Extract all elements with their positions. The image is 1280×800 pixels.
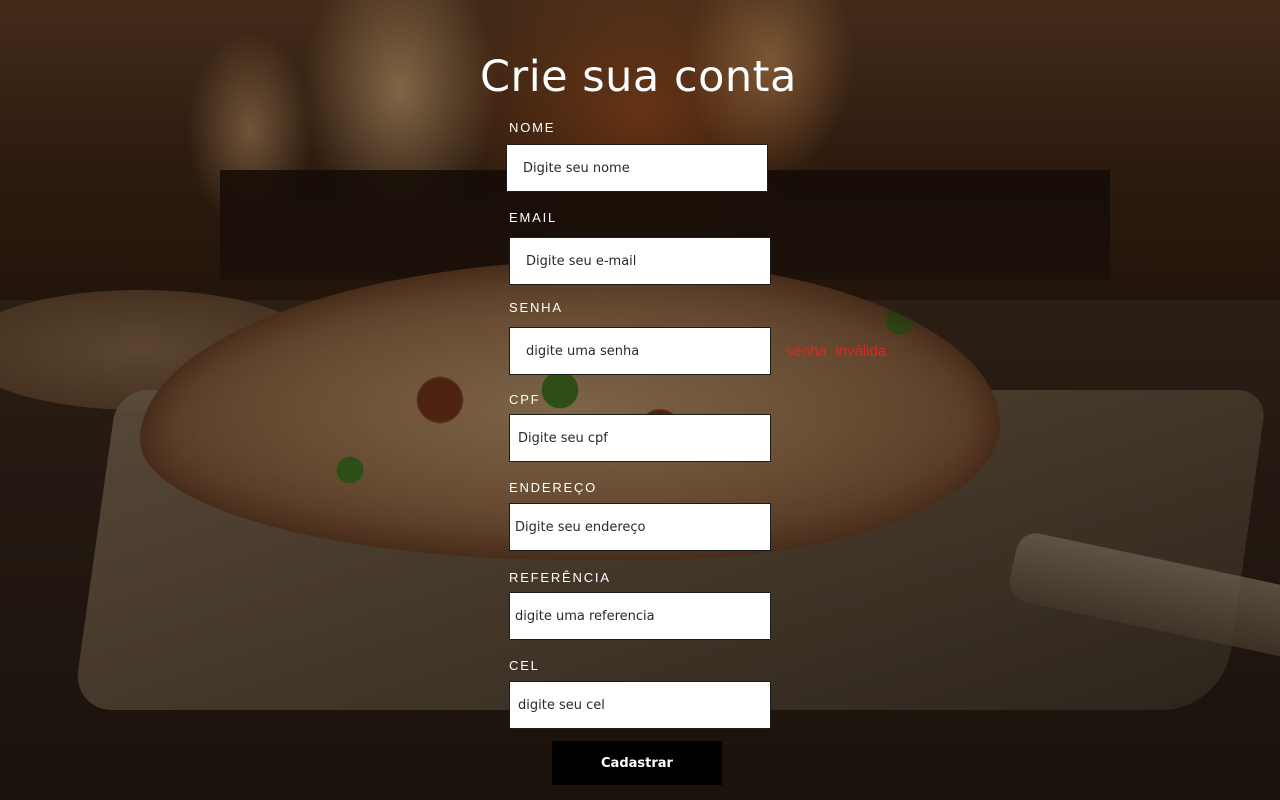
email-label: EMAIL [509,210,558,225]
password-error-message: senha inválida [786,343,887,360]
password-label: SENHA [509,300,563,315]
address-field[interactable] [509,503,771,551]
password-field[interactable] [509,327,771,375]
reference-label: REFERÊNCIA [509,570,611,585]
name-field[interactable] [506,144,768,192]
email-field[interactable] [509,237,771,285]
phone-field[interactable] [509,681,771,729]
address-label: ENDEREÇO [509,480,598,495]
cpf-label: CPF [509,392,541,407]
cpf-field[interactable] [509,414,771,462]
signup-form: Crie sua conta NOME EMAIL SENHA senha in… [0,0,1280,800]
page-title: Crie sua conta [480,52,797,102]
register-button[interactable]: Cadastrar [552,741,722,785]
phone-label: CEL [509,658,540,673]
reference-field[interactable] [509,592,771,640]
name-label: NOME [509,120,556,135]
